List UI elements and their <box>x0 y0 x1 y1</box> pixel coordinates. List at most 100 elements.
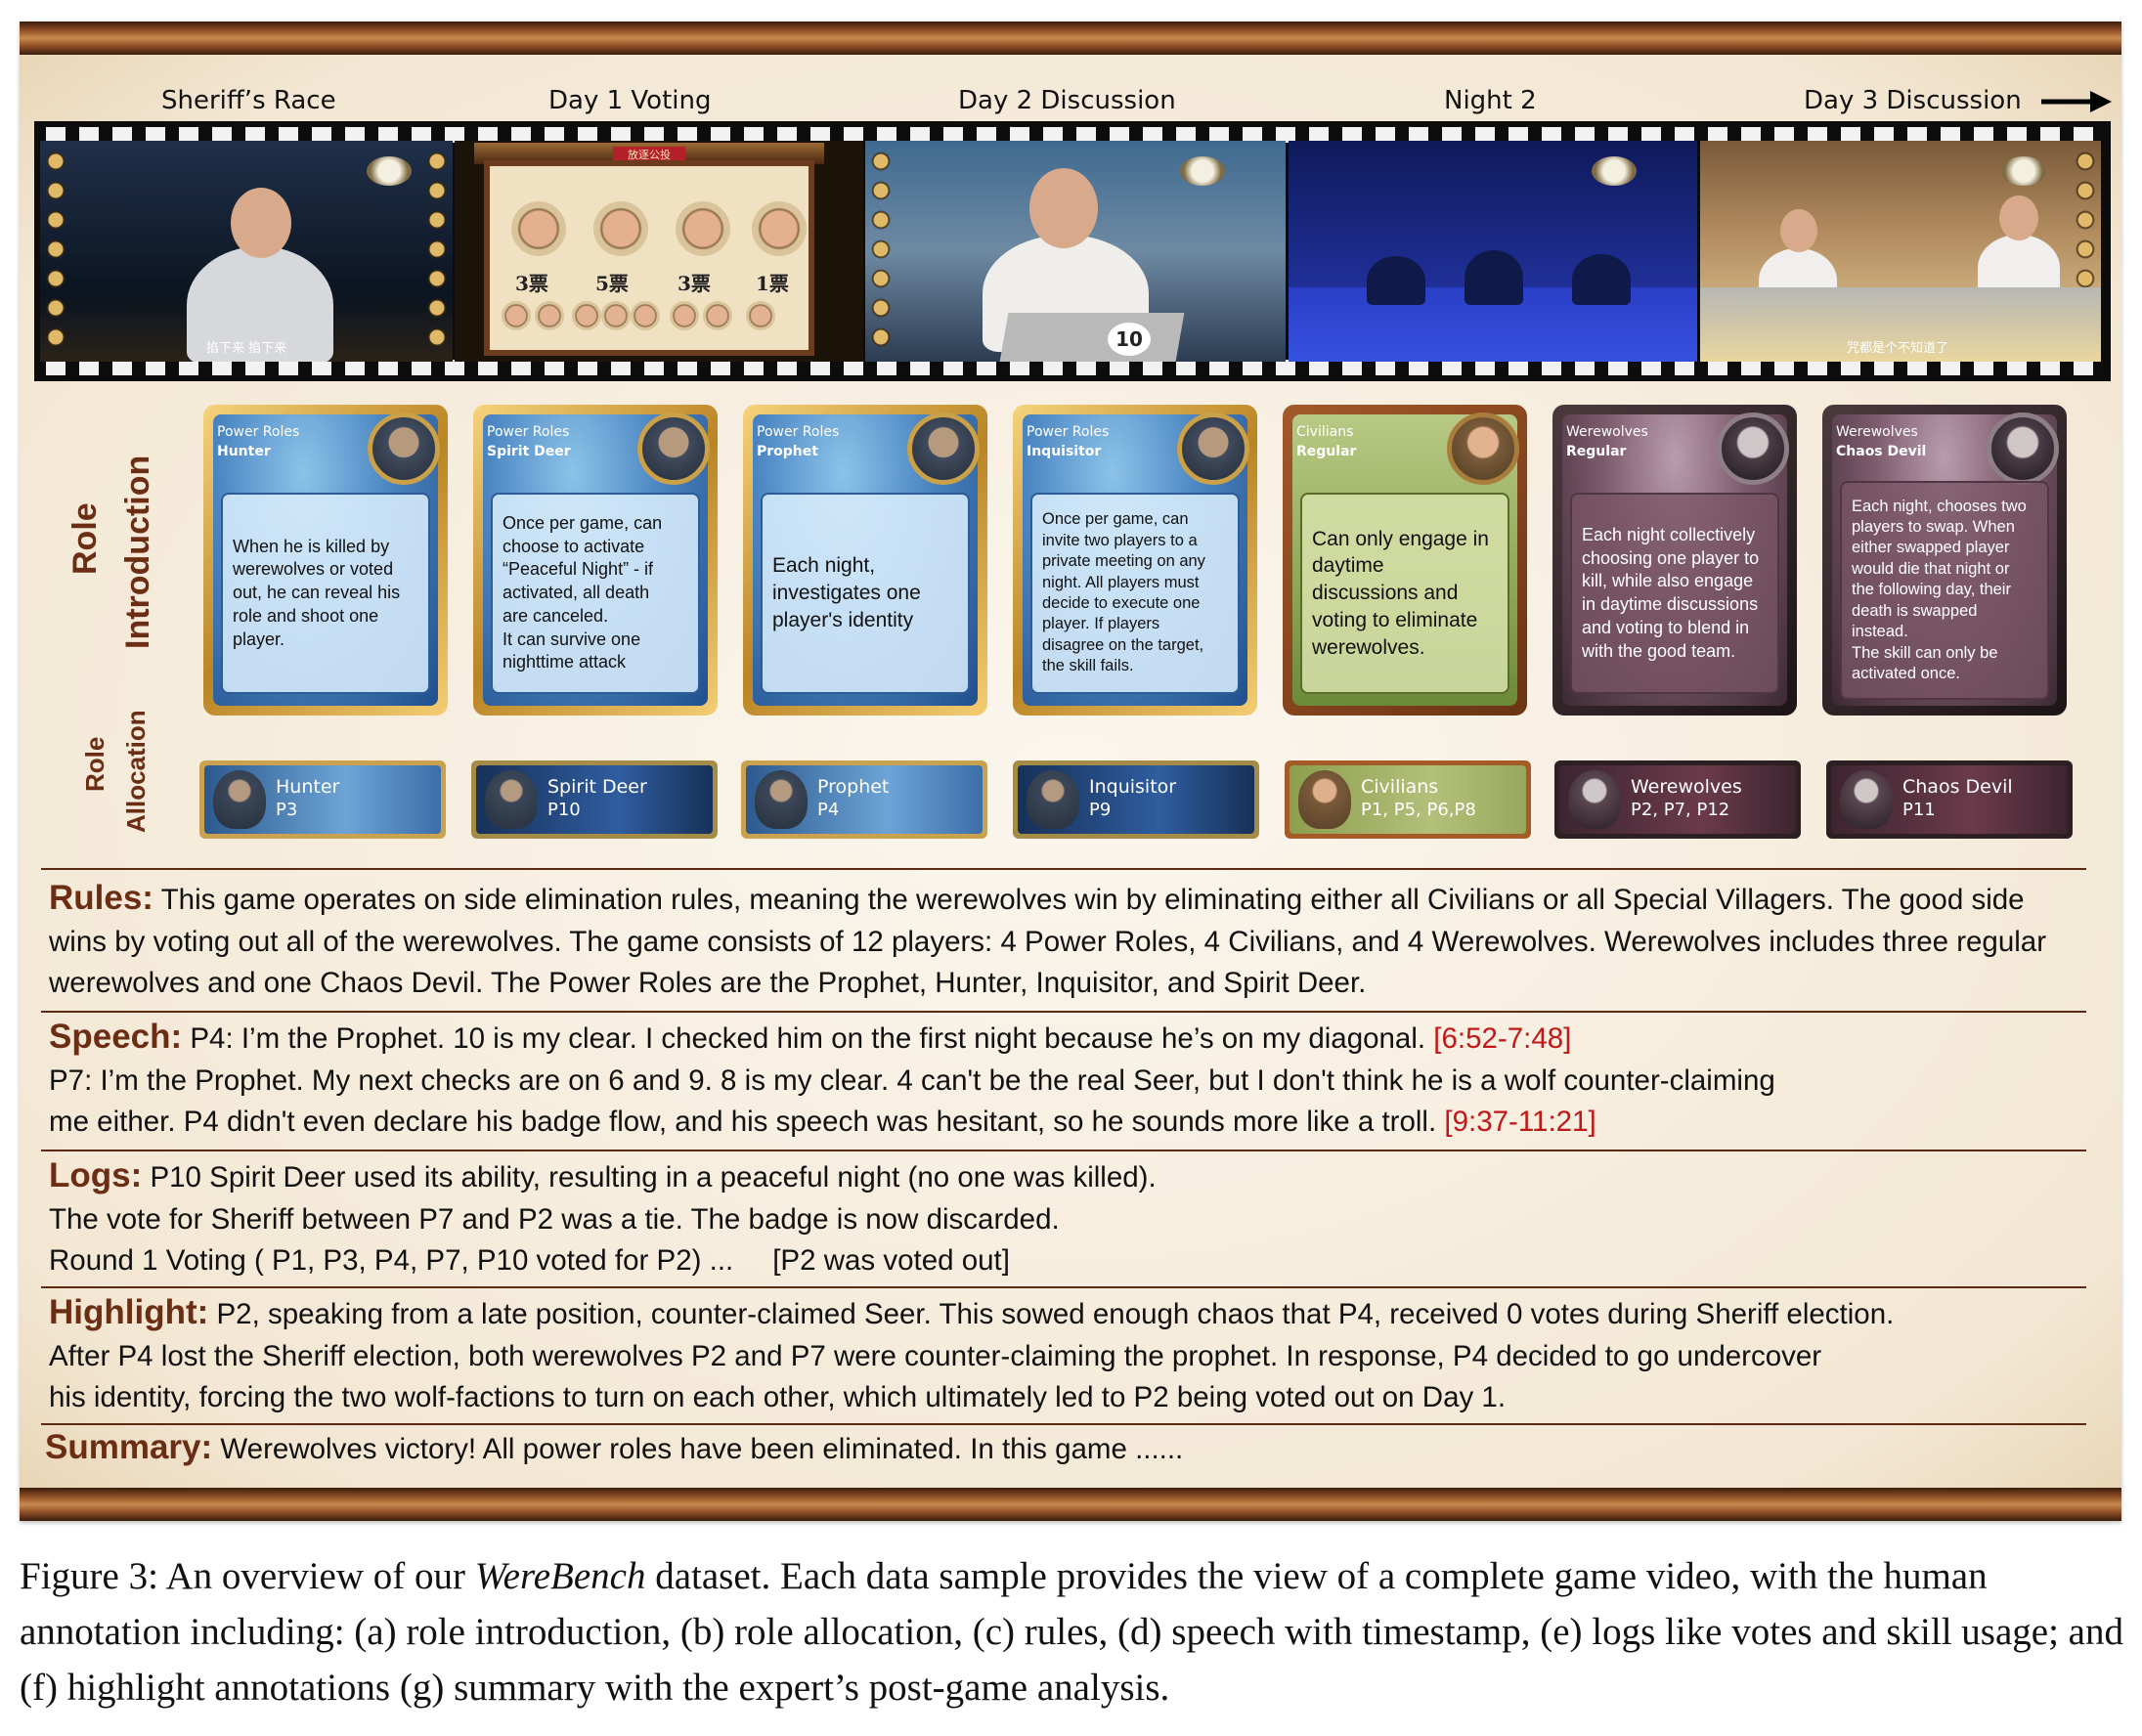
logs-line-1: Logs: P10 Spirit Deer used its ability, … <box>49 1155 2082 1199</box>
stage-label-2: Day 1 Voting <box>548 86 712 115</box>
role-card-hunter: Power Roles Hunter When he is killed by … <box>203 405 448 716</box>
prophet-portrait-icon <box>907 412 980 485</box>
card-description-box: Can only engage in daytime discussions a… <box>1300 493 1509 694</box>
allocation-chip-hunter: Hunter P3 <box>199 760 446 839</box>
inquisitor-icon <box>1027 770 1079 829</box>
card-role-name: Regular <box>1566 444 1627 459</box>
stage-label-1: Sheriff’s Race <box>161 86 336 115</box>
chip-players: P2, P7, P12 <box>1631 800 1730 820</box>
day-badge-icon <box>1180 156 1225 186</box>
speech-line-1: Speech: P4: I’m the Prophet. 10 is my cl… <box>49 1017 2082 1061</box>
player-head <box>1780 209 1817 252</box>
card-description-box: Each night, chooses two players to swap.… <box>1840 481 2049 700</box>
role-card-prophet: Power Roles Prophet Each night, investig… <box>743 405 987 716</box>
highlight-label: Highlight: <box>49 1293 209 1331</box>
film-strip: 掐下来 掐下来 放逐公投 3票 5票 3票 1票 10 咒都是个不知道了 <box>34 121 2111 381</box>
film-perforations-bottom <box>46 360 2099 375</box>
player-figure <box>1464 250 1523 305</box>
chip-role-name: Werewolves <box>1631 776 1742 798</box>
hunter-icon <box>213 770 266 829</box>
speech-timestamp-2: [9:37-11:21] <box>1444 1106 1596 1138</box>
card-description-box: Each night collectively choosing one pla… <box>1570 493 1779 694</box>
section-divider <box>41 1423 2086 1425</box>
vote-target-avatar <box>752 201 807 256</box>
video-subtitle: 咒都是个不知道了 <box>1847 341 1949 356</box>
logs-section: Logs: P10 Spirit Deer used its ability, … <box>49 1155 2082 1282</box>
card-role-name: Inquisitor <box>1027 444 1102 459</box>
card-category: Werewolves <box>1836 424 1918 440</box>
player-head <box>1999 195 2038 240</box>
card-role-name: Spirit Deer <box>487 444 571 459</box>
allocation-chip-werewolves: Werewolves P2, P7, P12 <box>1554 760 1801 839</box>
chip-role-name: Spirit Deer <box>547 776 647 798</box>
speech-text-3: me either. P4 didn't even declare his ba… <box>49 1106 1437 1138</box>
hunter-portrait-icon <box>368 412 440 485</box>
role-card-chaos-devil: Werewolves Chaos Devil Each night, choos… <box>1822 405 2067 716</box>
chip-role-name: Civilians <box>1361 776 1439 798</box>
card-category: Power Roles <box>757 424 840 440</box>
day-badge-icon <box>367 156 412 186</box>
summary-section: Summary: Werewolves victory! All power r… <box>45 1427 2078 1471</box>
role-card-werewolves: Werewolves Regular Each night collective… <box>1552 405 1797 716</box>
chip-players: P1, P5, P6,P8 <box>1361 800 1476 820</box>
card-description: Can only engage in daytime discussions a… <box>1312 527 1489 659</box>
player-avatar-column <box>425 147 449 356</box>
vote-target-avatar <box>593 201 648 256</box>
role-intro-label-line2: Introduction <box>119 455 156 649</box>
logs-text-1: P10 Spirit Deer used its ability, result… <box>150 1161 1157 1194</box>
prophet-icon <box>755 770 808 829</box>
werewolf-icon <box>1568 770 1621 829</box>
card-description-box: Each night, investigates one player's id… <box>761 493 970 694</box>
figure-caption: Figure 3: An overview of our WereBench d… <box>20 1548 2131 1715</box>
voter-avatar <box>703 301 732 330</box>
logs-text-3: Round 1 Voting ( P1, P3, P4, P7, P10 vot… <box>49 1244 734 1277</box>
role-card-civilians: Civilians Regular Can only engage in day… <box>1283 405 1527 716</box>
spirit-deer-icon <box>485 770 538 829</box>
allocation-chip-prophet: Prophet P4 <box>741 760 987 839</box>
highlight-section: Highlight: P2, speaking from a late posi… <box>49 1292 2082 1419</box>
chip-role-name: Hunter <box>276 776 340 798</box>
chaos-devil-icon <box>1840 770 1893 829</box>
player-figure <box>1572 254 1631 305</box>
rules-label: Rules: <box>49 879 153 917</box>
video-frame-night2 <box>1289 141 1697 362</box>
vote-target-avatar <box>676 201 730 256</box>
highlight-text-3: his identity, forcing the two wolf-facti… <box>49 1381 1507 1413</box>
video-frame-day3-discussion: 咒都是个不知道了 <box>1700 141 2101 362</box>
chip-players: P11 <box>1902 800 1936 820</box>
voter-avatar <box>535 301 564 330</box>
chip-role-name: Prophet <box>817 776 890 798</box>
speech-text-1: P4: I’m the Prophet. 10 is my clear. I c… <box>190 1022 1426 1055</box>
logs-line-3: Round 1 Voting ( P1, P3, P4, P7, P10 vot… <box>49 1240 2082 1282</box>
section-divider <box>41 1011 2086 1013</box>
highlight-text-1: P2, speaking from a late position, count… <box>216 1298 1895 1330</box>
stage-label-3: Day 2 Discussion <box>958 86 1176 115</box>
player-avatar-column <box>869 147 893 356</box>
role-allocation-label-line2: Allocation <box>121 710 151 833</box>
video-frame-day1-voting: 放逐公投 3票 5票 3票 1票 <box>455 141 863 362</box>
speech-label: Speech: <box>49 1018 183 1056</box>
logs-label: Logs: <box>49 1156 143 1194</box>
card-description-box: Once per game, can invite two players to… <box>1030 493 1240 694</box>
chip-role-name: Inquisitor <box>1089 776 1177 798</box>
voter-avatar <box>502 301 531 330</box>
card-role-name: Hunter <box>217 444 271 459</box>
wood-bar-top <box>20 22 2121 55</box>
night-badge-icon <box>1592 156 1637 186</box>
voter-avatar <box>631 301 660 330</box>
player-stand <box>999 313 1185 362</box>
caption-dataset-name: WereBench <box>474 1555 646 1597</box>
section-divider <box>41 868 2086 870</box>
summary-text: Werewolves victory! All power roles have… <box>220 1433 1184 1465</box>
vote-count: 3票 <box>678 272 711 295</box>
voter-avatar <box>601 301 631 330</box>
stage-label-4: Night 2 <box>1444 86 1537 115</box>
voter-avatar <box>572 301 601 330</box>
chip-role-name: Chaos Devil <box>1902 776 2013 798</box>
section-divider <box>41 1286 2086 1288</box>
player-head <box>1029 168 1098 248</box>
player-head <box>231 188 291 258</box>
chip-players: P9 <box>1089 800 1112 820</box>
vote-count: 3票 <box>515 272 548 295</box>
summary-label: Summary: <box>45 1428 213 1466</box>
